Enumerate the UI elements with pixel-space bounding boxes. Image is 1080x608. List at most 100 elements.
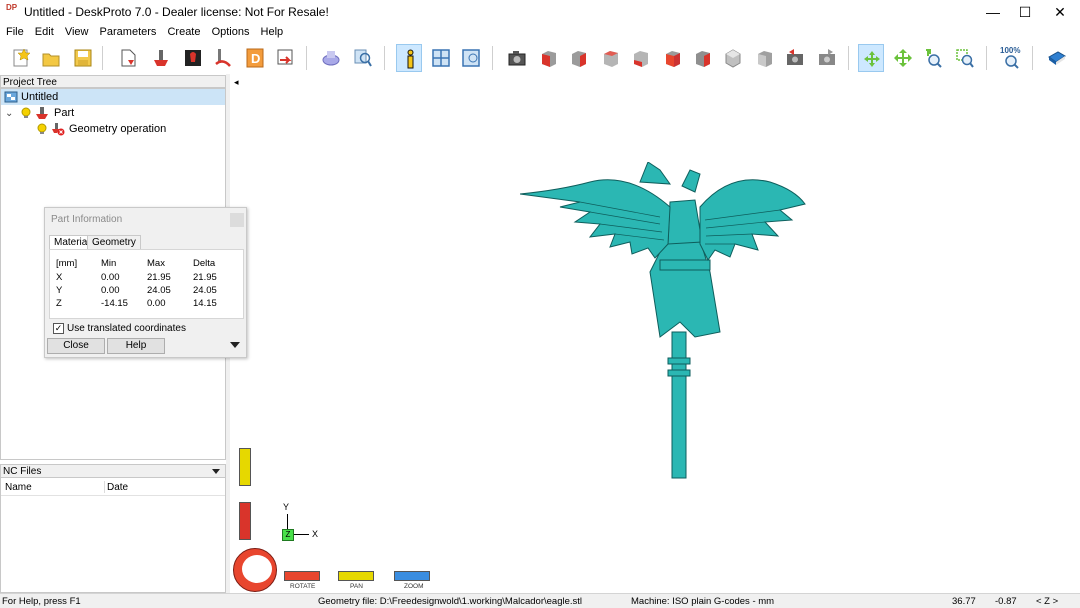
use-translated-label: Use translated coordinates [67,323,186,334]
zoom-button[interactable] [920,44,946,72]
part-icon [154,50,168,66]
close-dialog-button[interactable]: Close [47,338,105,354]
column-header-name[interactable]: Name [5,482,32,493]
help-book-button[interactable] [1044,44,1070,72]
save-button[interactable] [70,44,96,72]
model-shape [520,162,806,479]
open-button[interactable] [38,44,64,72]
menu-view[interactable]: View [65,24,89,38]
dimension-icon: D [246,48,264,68]
tree-item-geometry-operation[interactable]: Geometry operation [1,121,225,137]
zoom-part-icon [354,49,372,67]
lightbulb-icon[interactable] [37,123,47,135]
maximize-button[interactable]: ☐ [1008,0,1042,24]
zoom-window-icon [956,49,974,68]
tree-item-label: Part [54,107,75,119]
menu-file[interactable]: File [6,24,24,38]
menu-bar: File Edit View Parameters Create Options… [0,24,1080,42]
zoom-part-button[interactable] [350,44,376,72]
view-front-icon [542,51,556,67]
vertical-zoom-slider[interactable] [239,448,251,486]
header-unit: [mm] [56,258,78,269]
status-bar: For Help, press F1 Geometry file: D:\Fre… [0,593,1080,608]
view-front-button[interactable] [536,44,562,72]
pan-button[interactable] [890,44,916,72]
camera-button[interactable] [504,44,530,72]
tree-item-part[interactable]: ⌄ Part [1,105,225,121]
column-header-date[interactable]: Date [107,482,128,493]
zoom-100-button[interactable]: 100% [998,44,1024,72]
expand-arrow-icon[interactable] [230,342,240,348]
row-min: 0.00 [101,285,120,296]
column-divider [104,481,105,493]
nc-file-button[interactable] [116,44,142,72]
rotate-icon [864,51,880,67]
row-axis: Y [56,285,63,296]
redo-view-button[interactable] [814,44,840,72]
view-other-button[interactable] [752,44,778,72]
pan-control[interactable] [338,571,374,581]
expand-toggle-icon[interactable]: ⌄ [5,106,15,122]
3d-viewport[interactable]: ◂ Y X Z ROTATE PAN ZOOM [230,74,1080,593]
header-delta: Delta [193,258,216,269]
dialog-close-button[interactable] [230,213,244,227]
minimize-button[interactable]: — [976,0,1010,24]
view-iso-icon [725,49,741,68]
toolpath-button[interactable] [210,44,236,72]
window-title: Untitled - DeskProto 7.0 - Dealer licens… [24,5,329,19]
menu-options[interactable]: Options [212,24,250,38]
viewport-collapse-icon[interactable]: ◂ [234,77,239,88]
render-button[interactable] [318,44,344,72]
info-button[interactable] [396,44,422,72]
nc-files-dropdown-icon[interactable] [212,469,220,474]
tree-item-label: Untitled [21,91,59,103]
tree-item-label: Geometry operation [69,123,167,135]
row-min: 0.00 [101,272,120,283]
view-left-button[interactable] [598,44,624,72]
nc-file-icon [121,49,136,67]
zoom-100-label: 100% [1000,46,1021,55]
view-right-button[interactable] [628,44,654,72]
help-button[interactable]: Help [107,338,165,354]
view-bottom-button[interactable] [690,44,716,72]
operation-icon [52,123,65,136]
zoom-window-button[interactable] [952,44,978,72]
rotate-control[interactable] [284,571,320,581]
axis-indicator: Y X Z [280,502,340,546]
undo-view-button[interactable] [782,44,808,72]
toolbar-separator [1032,46,1033,70]
menu-create[interactable]: Create [167,24,200,38]
view-back-button[interactable] [566,44,592,72]
export-button[interactable] [272,44,298,72]
single-view-button[interactable] [458,44,484,72]
dimension-button[interactable]: D [242,44,268,72]
tree-item-untitled[interactable]: Untitled [1,89,225,105]
vertical-rotate-slider[interactable] [239,502,251,540]
close-button[interactable]: ✕ [1043,0,1077,24]
new-project-icon [13,48,30,67]
status-help: For Help, press F1 [2,596,81,607]
use-translated-checkbox[interactable]: ✓ [53,323,64,334]
menu-edit[interactable]: Edit [35,24,54,38]
lightbulb-icon[interactable] [21,107,31,119]
menu-help[interactable]: Help [261,24,284,38]
row-axis: Z [56,298,62,309]
rotate-dial[interactable] [233,548,277,592]
axis-z-label: Z [282,529,294,541]
project-icon [4,91,18,103]
part-button[interactable] [148,44,174,72]
nc-files-title: NC Files [3,466,42,477]
rotate-label: ROTATE [290,583,316,590]
open-folder-icon [42,53,60,67]
tool-button[interactable] [180,44,206,72]
nc-files-panel: NC Files Name Date [0,464,226,593]
tab-geometry[interactable]: Geometry [87,235,141,250]
export-icon [277,49,293,65]
tile-view-button[interactable] [428,44,454,72]
new-project-button[interactable] [8,44,34,72]
view-iso-button[interactable] [720,44,746,72]
zoom-control[interactable] [394,571,430,581]
rotate-button[interactable] [858,44,884,72]
view-top-button[interactable] [660,44,686,72]
menu-parameters[interactable]: Parameters [100,24,157,38]
